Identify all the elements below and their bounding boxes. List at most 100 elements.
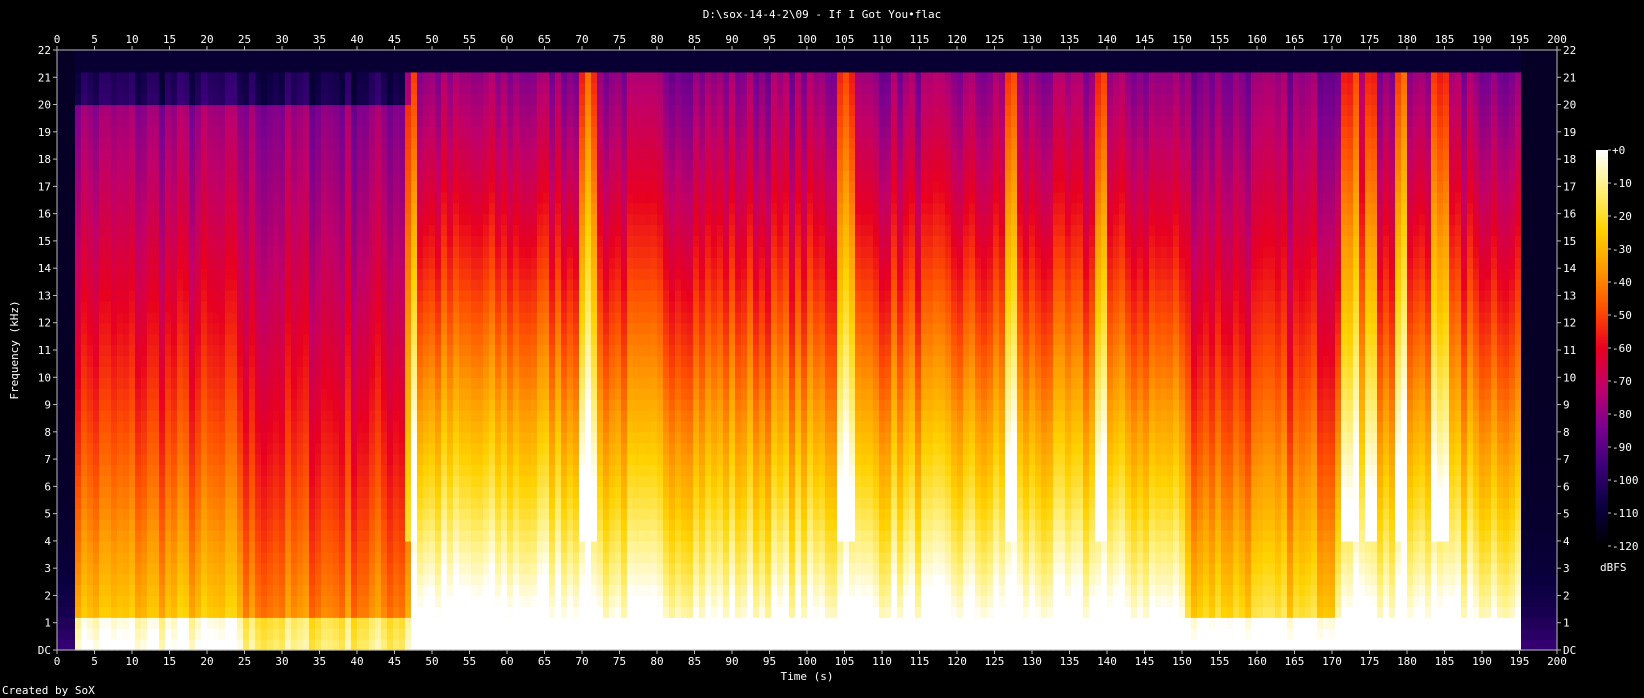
spectrogram-cell	[387, 115, 394, 127]
spectrogram-cell	[141, 235, 148, 247]
spectrogram-cell	[141, 540, 148, 553]
spectrogram-cell	[237, 115, 244, 127]
spectrogram-cell	[303, 60, 310, 73]
spectrogram-cell	[579, 235, 586, 247]
spectrogram-cell	[159, 639, 166, 651]
spectrogram-cell	[561, 71, 568, 84]
spectrogram-cell	[189, 257, 196, 269]
spectrogram-cell	[525, 115, 532, 127]
spectrogram-cell	[75, 355, 82, 367]
spectrogram-cell	[381, 628, 388, 640]
spectrogram-cell	[477, 170, 484, 182]
spectrogram-cell	[309, 170, 316, 182]
spectrogram-cell	[387, 235, 394, 247]
spectrogram-cell	[507, 191, 514, 204]
spectrogram-cell	[99, 126, 106, 138]
spectrogram-cell	[105, 464, 112, 477]
spectrogram-cell	[315, 126, 322, 138]
spectrogram-cell	[537, 595, 544, 607]
spectrogram-cell	[531, 355, 538, 367]
spectrogram-cell	[483, 508, 490, 520]
spectrogram-cell	[549, 191, 556, 204]
spectrogram-cell	[177, 50, 184, 62]
spectrogram-cell	[213, 639, 220, 651]
spectrogram-cell	[213, 562, 220, 575]
spectrogram-cell	[591, 475, 598, 487]
spectrogram-cell	[267, 639, 274, 651]
spectrogram-cell	[507, 540, 514, 553]
spectrogram-cell	[417, 497, 424, 509]
spectrogram-cell	[411, 257, 418, 269]
spectrogram-cell	[423, 453, 430, 466]
spectrogram-cell	[273, 431, 280, 444]
spectrogram-cell	[339, 344, 346, 357]
spectrogram-cell	[279, 191, 286, 204]
spectrogram-cell	[369, 322, 376, 335]
spectrogram-cell	[111, 170, 118, 182]
spectrogram-cell	[357, 595, 364, 607]
spectrogram-cell	[189, 93, 196, 106]
spectrogram-cell	[303, 115, 310, 127]
spectrogram-cell	[279, 290, 286, 302]
spectrogram-cell	[111, 366, 118, 378]
spectrogram-cell	[471, 104, 478, 117]
spectrogram-cell	[417, 104, 424, 117]
spectrogram-cell	[369, 399, 376, 411]
spectrogram-cell	[213, 617, 220, 629]
spectrogram-cell	[411, 595, 418, 607]
spectrogram-cell	[483, 191, 490, 204]
spectrogram-cell	[363, 540, 370, 553]
spectrogram-cell	[381, 137, 388, 149]
spectrogram-cell	[225, 519, 232, 531]
spectrogram-cell	[213, 115, 220, 127]
spectrogram-cell	[447, 497, 454, 509]
spectrogram-cell	[357, 388, 364, 400]
spectrogram-cell	[69, 530, 76, 542]
spectrogram-cell	[597, 486, 604, 498]
spectrogram-cell	[375, 519, 382, 531]
spectrogram-cell	[471, 639, 478, 651]
spectrogram-cell	[129, 639, 136, 651]
spectrogram-cell	[255, 322, 262, 335]
spectrogram-cell	[339, 584, 346, 597]
spectrogram-cell	[135, 50, 142, 62]
spectrogram-cell	[375, 235, 382, 247]
spectrogram-cell	[441, 355, 448, 367]
spectrogram-cell	[591, 410, 598, 422]
spectrogram-cell	[507, 290, 514, 302]
spectrogram-cell	[429, 606, 436, 618]
spectrogram-cell	[141, 573, 148, 586]
spectrogram-cell	[63, 224, 70, 237]
spectrogram-cell	[147, 71, 154, 84]
spectrogram-cell	[405, 148, 412, 160]
spectrogram-cell	[333, 311, 340, 324]
spectrogram-cell	[129, 497, 136, 509]
spectrogram-cell	[57, 595, 64, 607]
spectrogram-cell	[435, 213, 442, 226]
spectrogram-cell	[141, 126, 148, 138]
spectrogram-cell	[507, 530, 514, 542]
spectrogram-cell	[531, 268, 538, 280]
spectrogram-cell	[135, 333, 142, 346]
spectrogram-cell	[585, 246, 592, 258]
spectrogram-cell	[561, 464, 568, 477]
spectrogram-cell	[471, 508, 478, 520]
spectrogram-cell	[267, 410, 274, 422]
spectrogram-cell	[345, 115, 352, 127]
spectrogram-cell	[147, 344, 154, 357]
spectrogram-cell	[363, 595, 370, 607]
spectrogram-cell	[267, 180, 274, 193]
spectrogram-cell	[369, 82, 376, 95]
spectrogram-cell	[213, 606, 220, 618]
spectrogram-cell	[459, 71, 466, 84]
spectrogram-cell	[441, 410, 448, 422]
spectrogram-cell	[177, 519, 184, 531]
spectrogram-cell	[435, 639, 442, 651]
spectrogram-cell	[303, 159, 310, 171]
spectrogram-cell	[579, 420, 586, 433]
spectrogram-cell	[579, 366, 586, 378]
spectrogram-cell	[399, 399, 406, 411]
spectrogram-cell	[465, 202, 472, 215]
spectrogram-cell	[303, 551, 310, 564]
spectrogram-cell	[441, 180, 448, 193]
